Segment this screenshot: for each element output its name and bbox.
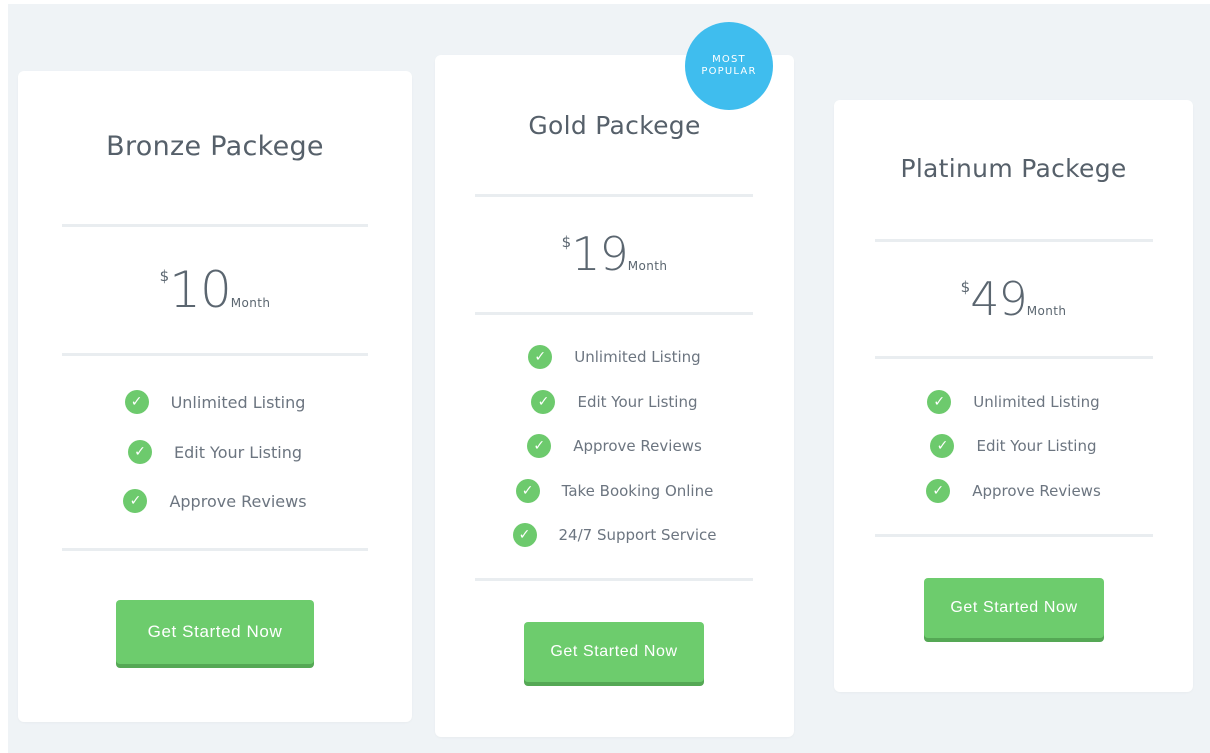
feature-item: ✓ Approve Reviews <box>435 433 794 459</box>
pricing-card-platinum: Platinum Packege $49Month ✓ Unlimited Li… <box>834 100 1193 692</box>
price-period: Month <box>627 259 668 273</box>
pricing-card-gold: Gold Packege $19Month ✓ Unlimited Listin… <box>435 22 794 737</box>
feature-item: ✓ Unlimited Listing <box>834 389 1193 415</box>
check-icon: ✓ <box>515 479 540 503</box>
feature-label: Unlimited Listing <box>574 348 701 366</box>
divider <box>475 194 753 197</box>
feature-label: Approve Reviews <box>169 491 307 511</box>
divider <box>475 578 753 581</box>
plan-price: $49Month <box>834 272 1193 326</box>
get-started-button[interactable]: Get Started Now <box>924 578 1104 638</box>
currency-symbol: $ <box>561 233 572 251</box>
divider <box>875 356 1153 359</box>
feature-item: ✓ Unlimited Listing <box>18 389 412 415</box>
plan-title: Gold Packege <box>528 111 701 140</box>
pricing-section: Bronze Packege $10Month ✓ Unlimited List… <box>8 4 1210 753</box>
check-icon: ✓ <box>531 390 556 414</box>
check-icon: ✓ <box>930 434 955 458</box>
divider <box>475 312 753 315</box>
get-started-button[interactable]: Get Started Now <box>524 622 704 682</box>
feature-label: Unlimited Listing <box>170 392 306 412</box>
feature-item: ✓ Edit Your Listing <box>435 389 794 415</box>
price-amount: 49 <box>970 272 1028 326</box>
price-amount: 10 <box>169 261 232 319</box>
check-icon: ✓ <box>527 434 552 458</box>
currency-symbol: $ <box>960 278 971 296</box>
check-icon: ✓ <box>926 479 951 503</box>
get-started-button[interactable]: Get Started Now <box>116 600 314 664</box>
check-icon: ✓ <box>927 390 952 414</box>
plan-title: Platinum Packege <box>900 154 1127 183</box>
pricing-card-bronze: Bronze Packege $10Month ✓ Unlimited List… <box>18 71 412 722</box>
feature-item: ✓ Edit Your Listing <box>18 439 412 465</box>
price-period: Month <box>1026 304 1067 318</box>
price-period: Month <box>230 296 271 310</box>
feature-item: ✓ Edit Your Listing <box>834 433 1193 459</box>
divider <box>62 353 368 356</box>
feature-label: Edit Your Listing <box>173 442 303 462</box>
badge-line-1: MOST <box>712 54 746 65</box>
feature-item: ✓ Approve Reviews <box>18 488 412 514</box>
feature-label: Edit Your Listing <box>976 437 1097 455</box>
feature-label: Take Booking Online <box>561 482 714 500</box>
plan-title: Bronze Packege <box>106 131 324 162</box>
feature-item: ✓ 24/7 Support Service <box>435 522 794 548</box>
badge-line-2: POPULAR <box>701 66 757 77</box>
feature-label: Edit Your Listing <box>577 393 698 411</box>
check-icon: ✓ <box>512 523 537 547</box>
divider <box>875 239 1153 242</box>
feature-item: ✓ Unlimited Listing <box>435 344 794 370</box>
check-icon: ✓ <box>528 345 553 369</box>
most-popular-badge: MOST POPULAR <box>685 22 773 110</box>
feature-label: 24/7 Support Service <box>558 526 717 544</box>
plan-price: $19Month <box>435 227 794 281</box>
plan-price: $10Month <box>18 261 412 319</box>
feature-label: Approve Reviews <box>573 437 702 455</box>
feature-item: ✓ Take Booking Online <box>435 478 794 504</box>
feature-item: ✓ Approve Reviews <box>834 478 1193 504</box>
currency-symbol: $ <box>159 267 170 285</box>
divider <box>62 224 368 227</box>
feature-label: Unlimited Listing <box>973 393 1100 411</box>
check-icon: ✓ <box>123 489 148 513</box>
check-icon: ✓ <box>124 390 149 414</box>
feature-label: Approve Reviews <box>972 482 1101 500</box>
price-amount: 19 <box>571 227 629 281</box>
check-icon: ✓ <box>127 440 152 464</box>
divider <box>62 548 368 551</box>
divider <box>875 534 1153 537</box>
